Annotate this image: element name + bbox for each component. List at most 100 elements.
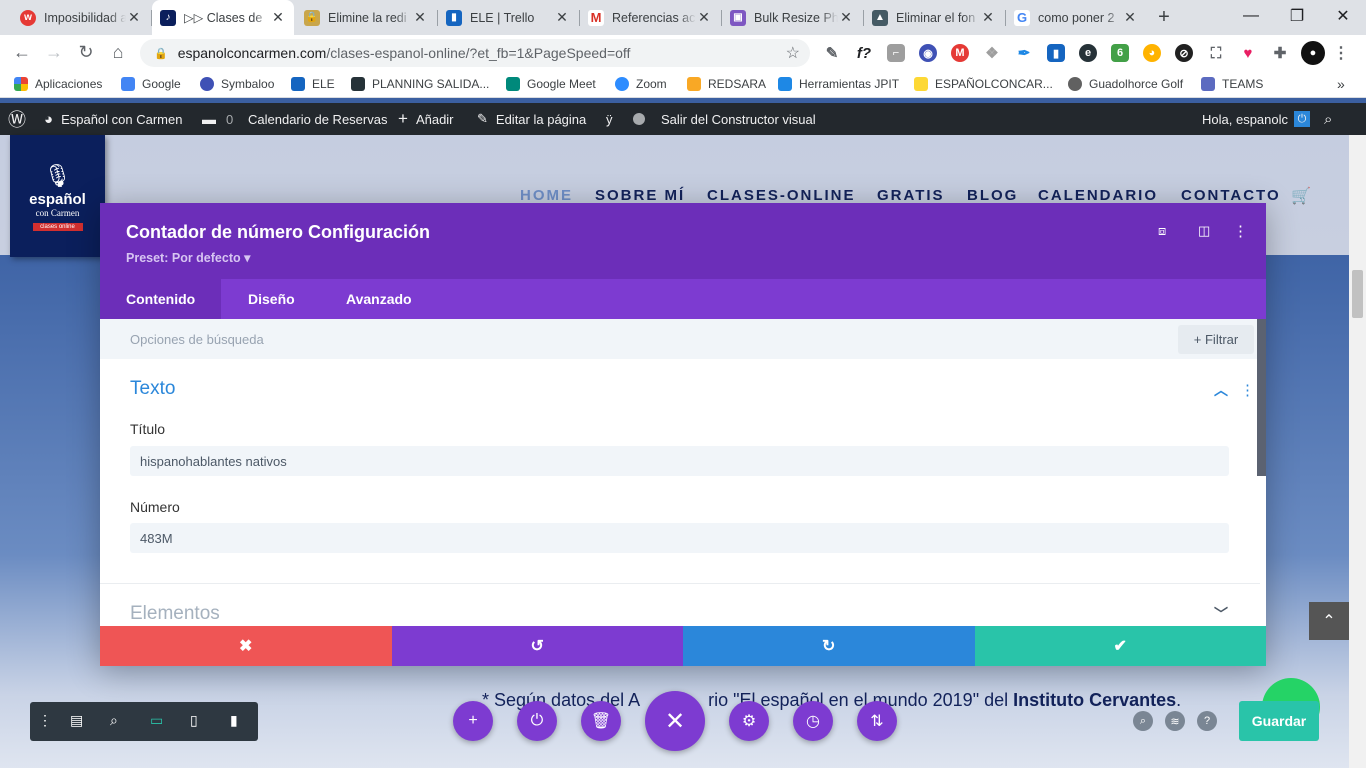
new-tab-button[interactable]: +: [1152, 6, 1176, 30]
bookmark-planning[interactable]: PLANNING SALIDA...: [351, 70, 489, 98]
title-input[interactable]: [130, 446, 1229, 476]
close-window-icon[interactable]: ✕: [1320, 0, 1366, 32]
tablet-icon[interactable]: ▯: [190, 712, 198, 729]
chevron-up-icon[interactable]: ︿: [1214, 380, 1228, 400]
phone-icon[interactable]: ▮: [230, 712, 238, 729]
site-logo[interactable]: 🎙 español con Carmen clases online: [10, 135, 105, 257]
bookmark-meet[interactable]: Google Meet: [506, 70, 596, 98]
back-to-top-button[interactable]: ⌃: [1309, 602, 1349, 640]
menu-dots-icon[interactable]: ⋮: [1233, 222, 1248, 240]
close-icon[interactable]: ✕: [980, 9, 996, 26]
minimize-icon[interactable]: —: [1228, 0, 1274, 32]
browser-tab-active[interactable]: ♪ ▷▷ Clases de ✕: [152, 0, 294, 35]
eyedropper-icon[interactable]: ✎: [823, 44, 841, 62]
bookmark-teams[interactable]: TEAMS: [1201, 70, 1263, 98]
number-input[interactable]: [130, 523, 1229, 553]
close-icon[interactable]: ✕: [412, 9, 428, 26]
nav-gratis[interactable]: GRATIS: [877, 187, 945, 204]
nav-sobre-mi[interactable]: SOBRE MÍ: [595, 187, 685, 204]
star-icon[interactable]: ☆: [786, 43, 800, 63]
circle-slash-icon[interactable]: ⊘: [1175, 44, 1193, 62]
browser-tab[interactable]: ▮ ELE | Trello ✕: [438, 0, 578, 35]
search-icon[interactable]: ⌕: [1133, 711, 1153, 731]
section-menu-icon[interactable]: ⋮: [1240, 381, 1255, 399]
heart-icon[interactable]: ♥: [1239, 44, 1257, 62]
back-icon[interactable]: ←: [8, 35, 36, 70]
avatar[interactable]: ●: [1301, 41, 1325, 65]
wordpress-logo-icon[interactable]: Ⓦ: [8, 103, 26, 135]
section-elementos-title[interactable]: Elementos: [130, 603, 220, 625]
trash-icon[interactable]: 🗑: [581, 701, 621, 741]
close-icon[interactable]: ✕: [838, 9, 854, 26]
mcafee-icon[interactable]: M: [951, 44, 969, 62]
close-icon[interactable]: ✕: [126, 9, 142, 26]
nav-contacto[interactable]: CONTACTO: [1181, 187, 1281, 204]
close-settings-icon[interactable]: ✕: [645, 691, 705, 751]
split-view-icon[interactable]: ◫: [1198, 223, 1210, 239]
browser-tab[interactable]: w Imposibilidad a ✕: [12, 0, 150, 35]
close-icon[interactable]: ✕: [1122, 9, 1138, 26]
address-bar[interactable]: 🔒 espanolconcarmen.com/clases-espanol-on…: [140, 39, 810, 67]
page-scrollbar[interactable]: [1349, 135, 1366, 768]
load-layout-icon[interactable]: ⏻: [517, 701, 557, 741]
chevron-down-icon[interactable]: ﹀: [1214, 604, 1228, 624]
tab-diseno[interactable]: Diseño: [222, 279, 321, 319]
confirm-button[interactable]: ✔: [974, 626, 1266, 666]
layers-icon[interactable]: ≋: [1165, 711, 1185, 731]
browser-tab[interactable]: G como poner 2 ✕: [1006, 0, 1146, 35]
reload-icon[interactable]: ↻: [72, 35, 100, 70]
tab-avanzado[interactable]: Avanzado: [320, 279, 438, 319]
site-name-link[interactable]: ◕ Español con Carmen: [44, 103, 182, 135]
close-icon[interactable]: ✕: [270, 9, 286, 26]
edit-page-link[interactable]: ✎ Editar la página: [477, 103, 586, 135]
wireframe-icon[interactable]: ▤: [70, 712, 83, 729]
close-icon[interactable]: ✕: [554, 9, 570, 26]
filter-button[interactable]: + Filtrar: [1178, 325, 1254, 354]
add-new-link[interactable]: + Añadir: [398, 103, 454, 135]
bookmark-golf[interactable]: Guadolhorce Golf: [1068, 70, 1183, 98]
nav-blog[interactable]: BLOG: [967, 187, 1018, 204]
undo-button[interactable]: ↺: [391, 626, 683, 666]
edge-icon[interactable]: e: [1079, 44, 1097, 62]
nav-calendario[interactable]: CALENDARIO: [1038, 187, 1158, 204]
browser-tab[interactable]: M Referencias act ✕: [580, 0, 720, 35]
home-icon[interactable]: ⌂: [104, 35, 132, 70]
portability-icon[interactable]: ⇅: [857, 701, 897, 741]
counter-icon[interactable]: 6: [1111, 44, 1129, 62]
forward-icon[interactable]: →: [40, 35, 68, 70]
bookmark-apps[interactable]: Aplicaciones: [14, 70, 102, 98]
formula-icon[interactable]: f?: [855, 44, 873, 62]
bookmark-ele[interactable]: ELE: [291, 70, 335, 98]
bookmark-redsara[interactable]: REDSARA: [687, 70, 766, 98]
menu-dots-icon[interactable]: ⋮: [1332, 44, 1350, 62]
cancel-button[interactable]: ✖: [100, 626, 392, 666]
tab-contenido[interactable]: Contenido: [100, 279, 222, 319]
browser-tab[interactable]: 🔒 Elimine la redi ✕: [296, 0, 436, 35]
gear-icon[interactable]: ⚙: [729, 701, 769, 741]
feather-icon[interactable]: ✒: [1015, 44, 1033, 62]
account-link[interactable]: Hola, espanolc ⏻: [1202, 103, 1310, 135]
browser-tab[interactable]: ▣ Bulk Resize Ph ✕: [722, 0, 862, 35]
section-texto-title[interactable]: Texto: [130, 378, 175, 400]
nav-home[interactable]: HOME: [520, 187, 573, 204]
dropbox-icon[interactable]: ❖: [983, 44, 1001, 62]
cart-icon[interactable]: 🛒: [1291, 186, 1311, 206]
expand-icon[interactable]: ⧈: [1158, 223, 1166, 239]
search-options-input[interactable]: Opciones de búsqueda: [130, 332, 264, 347]
nav-clases-online[interactable]: CLASES-ONLINE: [707, 187, 856, 204]
bookmark-symbaloo[interactable]: Symbaloo: [200, 70, 274, 98]
calendar-link[interactable]: Calendario de Reservas: [248, 103, 387, 135]
bookmark-espanolconcar[interactable]: ESPAÑOLCONCAR...: [914, 70, 1053, 98]
exit-builder-link[interactable]: Salir del Constructor visual: [661, 103, 816, 135]
scrollbar-thumb[interactable]: [1352, 270, 1363, 318]
redo-button[interactable]: ↻: [683, 626, 975, 666]
add-icon[interactable]: +: [453, 701, 493, 741]
desktop-icon[interactable]: ▭: [150, 712, 163, 729]
yoast-icon[interactable]: ÿ: [606, 103, 613, 135]
puzzle-icon[interactable]: ✚: [1271, 44, 1289, 62]
modal-scrollbar[interactable]: [1257, 319, 1266, 476]
close-icon[interactable]: ✕: [696, 9, 712, 26]
bookmark-google[interactable]: Google: [121, 70, 181, 98]
ruler-icon[interactable]: ⌐: [887, 44, 905, 62]
zoom-icon[interactable]: ⌕: [110, 712, 118, 729]
